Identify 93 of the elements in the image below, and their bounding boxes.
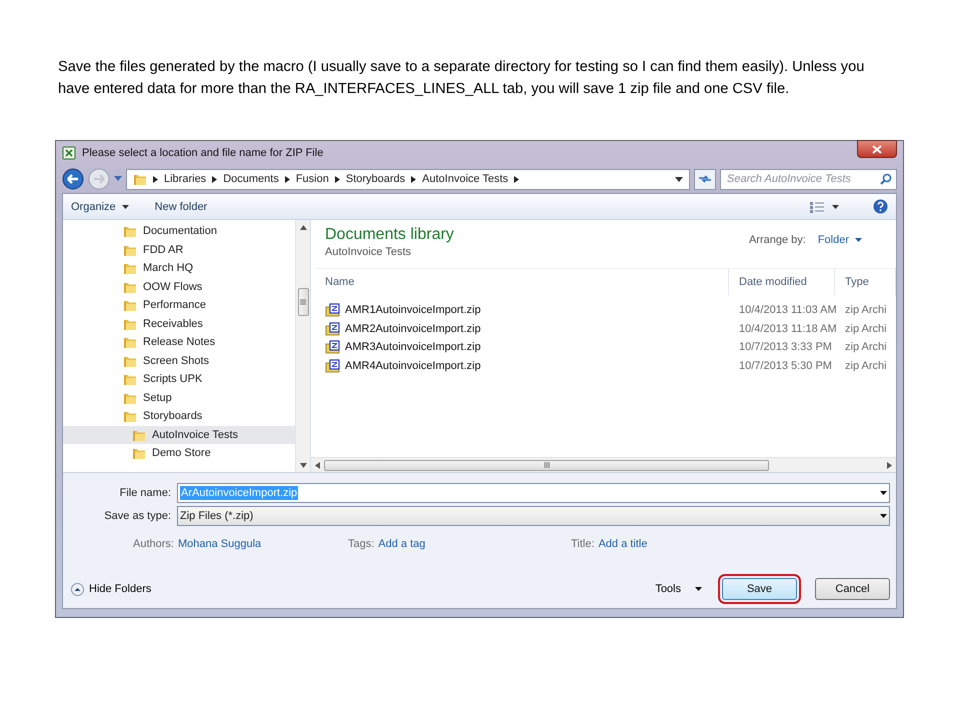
caret-icon [855, 238, 862, 242]
zip-file-icon [325, 303, 341, 318]
arrange-dropdown[interactable]: Folder [818, 234, 862, 246]
caret-icon[interactable] [880, 514, 887, 518]
chevron-icon[interactable] [514, 176, 520, 182]
type-cell-text: zip Archi [844, 322, 888, 335]
breadcrumb-link[interactable]: Libraries [164, 173, 206, 185]
search-icon[interactable] [880, 172, 892, 184]
breadcrumb-link[interactable]: Storyboards [346, 173, 406, 185]
type-cell-text: zip Archi [844, 360, 888, 372]
close-icon [872, 144, 882, 154]
folder-icon [123, 261, 137, 276]
file-name[interactable]: AMR3AutoinvoiceImport.zip [315, 340, 729, 354]
date-cell-text: 10/4/2013 11:18 AM [738, 322, 835, 335]
zip-file-icon [325, 340, 341, 354]
folder-tree-item[interactable]: Receivables [63, 314, 295, 333]
date-cell-text: 10/7/2013 3:33 PM [738, 341, 833, 354]
metadata-link[interactable]: Add a title [598, 538, 648, 560]
file-name[interactable]: AMR4AutoinvoiceImport.zip [315, 358, 729, 373]
date-cell-text: 10/4/2013 11:03 AM [738, 304, 835, 316]
folder-icon [123, 335, 137, 350]
file-name[interactable]: AMR2AutoinvoiceImport.zip [315, 322, 729, 336]
save-type-label: Save as type: [103, 510, 171, 522]
caret-icon[interactable] [880, 491, 887, 495]
file-name[interactable]: AMR1AutoinvoiceImport.zip [315, 303, 729, 318]
column-header[interactable]: Date modified [729, 269, 835, 295]
zip-file-icon [325, 358, 341, 373]
hide-folders-button[interactable]: Hide Folders [71, 582, 152, 596]
column-header[interactable]: Type [835, 269, 896, 295]
caret-icon [122, 204, 129, 208]
folder-tree-item[interactable]: AutoInvoice Tests [63, 426, 295, 444]
folder-icon [123, 409, 137, 424]
dropdown-icon[interactable] [675, 176, 683, 182]
arrange-label: Arrange by: [748, 234, 806, 246]
help-icon[interactable] [873, 199, 888, 214]
zip-file-icon [325, 322, 341, 336]
breadcrumb-link[interactable]: Documents [223, 173, 279, 185]
spreadsheet-icon [62, 146, 76, 160]
chevron-icon[interactable] [153, 176, 158, 182]
metadata-link[interactable]: Mohana Suggula [178, 538, 262, 560]
folder-icon [123, 372, 137, 386]
folder-tree-item[interactable]: Documentation [63, 222, 295, 240]
folder-tree-item[interactable]: March HQ [63, 259, 295, 278]
instruction-text: Save the files generated by the macro (I usually save to a separate directory for testing so I can find them easily). Unless you have entered data for more than the RA_INTERFACES_LINES_ALL tab, you will save 1 zip file and one CSV file. [58, 58, 866, 99]
breadcrumb-link[interactable]: Fusion [296, 173, 329, 185]
folder-tree-item[interactable]: FDD AR [63, 240, 295, 259]
chevron-icon[interactable] [284, 176, 290, 182]
refresh-button[interactable] [694, 168, 716, 190]
collapse-icon [71, 582, 84, 596]
date-cell-text: 10/7/2013 5:30 PM [738, 360, 833, 372]
metadata-label: Authors: [133, 538, 174, 552]
grip-icon [544, 462, 550, 468]
folder-icon [132, 446, 146, 460]
window-title: Please select a location and file name for ZIP File [82, 147, 324, 159]
save-type-dropdown[interactable]: Zip Files (*.zip) [177, 506, 890, 526]
refresh-icon [698, 174, 712, 184]
breadcrumb-link[interactable]: AutoInvoice Tests [422, 173, 508, 185]
chevron-icon[interactable] [411, 176, 416, 182]
folder-icon [123, 224, 137, 238]
folder-tree-item[interactable]: Release Notes [63, 333, 295, 352]
metadata-label: Title: [571, 538, 594, 552]
new-folder-button[interactable]: New folder [154, 200, 208, 212]
organize-menu[interactable]: Organize [71, 200, 129, 212]
file-name-label: File name: [118, 487, 171, 499]
folder-tree-item[interactable]: Scripts UPK [63, 370, 295, 388]
caret-icon [695, 587, 702, 591]
chevron-icon[interactable] [212, 176, 218, 182]
folder-tree-item[interactable]: Performance [63, 296, 295, 314]
chevron-icon[interactable] [334, 176, 340, 182]
metadata-label: Tags: [348, 538, 374, 552]
library-subtitle: AutoInvoice Tests [325, 246, 412, 258]
folder-icon [133, 172, 147, 186]
folder-tree-item[interactable]: Demo Store [63, 444, 295, 462]
cancel-button[interactable]: Cancel [815, 578, 890, 600]
column-header[interactable]: Name [315, 269, 729, 295]
type-cell-text: zip Archi [844, 304, 888, 316]
close-button[interactable] [857, 140, 897, 158]
search-field[interactable]: Search AutoInvoice Tests [720, 168, 897, 190]
horizontal-scrollbar[interactable] [311, 457, 896, 472]
address-bar[interactable]: Libraries Documents Fusion Storyboards AutoInvoice Tests [126, 168, 690, 190]
folder-tree-item[interactable]: Setup [63, 388, 295, 407]
tools-menu[interactable]: Tools [655, 583, 702, 595]
view-options-icon[interactable] [810, 200, 839, 212]
folder-tree-item[interactable]: Screen Shots [63, 352, 295, 370]
folder-tree-item[interactable]: OOW Flows [63, 278, 295, 296]
type-cell-text: zip Archi [844, 341, 888, 354]
vertical-scrollbar[interactable] [295, 220, 310, 472]
library-title: Documents library [325, 226, 454, 244]
back-icon[interactable] [62, 168, 84, 190]
folder-tree-item[interactable]: Storyboards [63, 407, 295, 426]
grip-icon [300, 299, 306, 305]
metadata-link[interactable]: Add a tag [378, 538, 426, 560]
folder-icon [123, 298, 137, 312]
